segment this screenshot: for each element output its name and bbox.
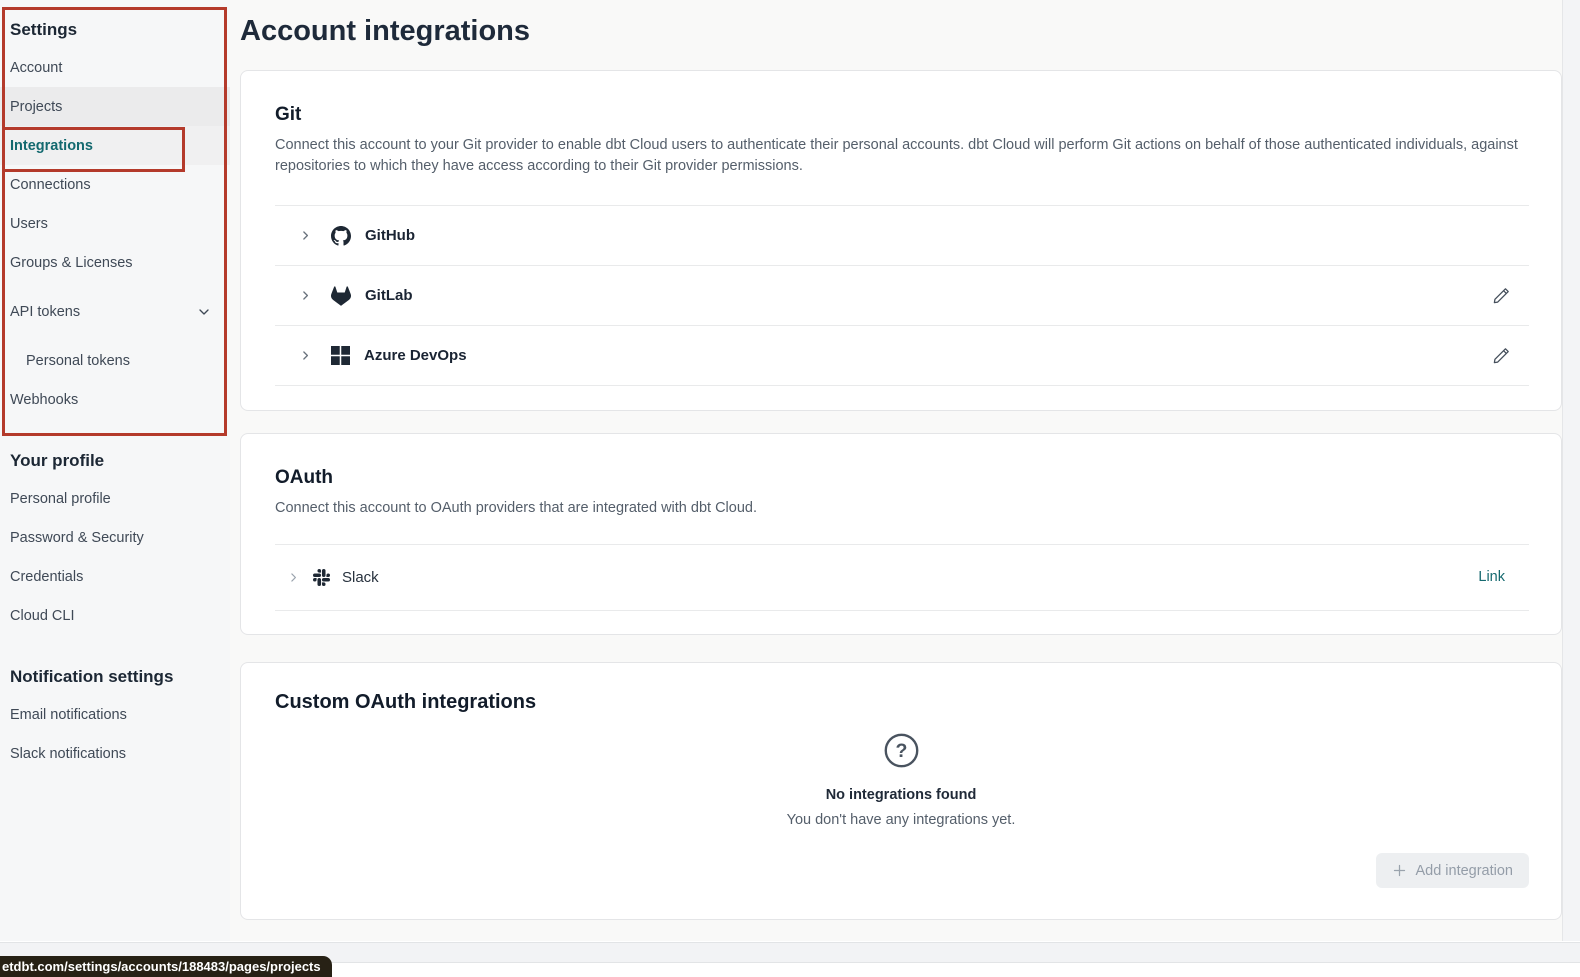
- oauth-rows: Slack Link: [275, 544, 1529, 611]
- sidebar-heading-settings: Settings: [0, 12, 230, 48]
- sidebar-item-connections[interactable]: Connections: [0, 165, 230, 204]
- chevron-down-icon[interactable]: [196, 304, 212, 320]
- sidebar-item-cloud-cli[interactable]: Cloud CLI: [0, 596, 230, 635]
- link-preview-tooltip: etdbt.com/settings/accounts/188483/pages…: [0, 956, 332, 977]
- sidebar-item-api-tokens[interactable]: API tokens: [0, 292, 230, 331]
- vertical-scrollbar-track[interactable]: [1562, 0, 1580, 941]
- git-rows: GitHub GitLab: [275, 205, 1529, 386]
- oauth-description: Connect this account to OAuth providers …: [275, 498, 1529, 519]
- empty-state-title: No integrations found: [826, 787, 977, 803]
- add-integration-label: Add integration: [1415, 863, 1513, 879]
- sidebar-item-password-security[interactable]: Password & Security: [0, 518, 230, 557]
- integration-row-gitlab[interactable]: GitLab: [275, 265, 1529, 325]
- chevron-right-icon[interactable]: [299, 289, 312, 302]
- edit-icon[interactable]: [1492, 286, 1511, 305]
- svg-text:?: ?: [895, 740, 907, 762]
- sidebar-item-users[interactable]: Users: [0, 204, 230, 243]
- sidebar-item-integrations[interactable]: Integrations: [0, 126, 230, 165]
- slack-icon: [313, 569, 330, 586]
- sidebar-item-webhooks[interactable]: Webhooks: [0, 380, 230, 419]
- chevron-right-icon[interactable]: [299, 229, 312, 242]
- question-circle-icon: ?: [883, 732, 920, 774]
- sidebar-item-slack-notifications[interactable]: Slack notifications: [0, 734, 230, 773]
- main-content: Account integrations Git Connect this ac…: [230, 0, 1562, 941]
- empty-state-subtitle: You don't have any integrations yet.: [787, 812, 1016, 828]
- custom-oauth-heading: Custom OAuth integrations: [275, 691, 1527, 714]
- integration-row-github[interactable]: GitHub: [275, 205, 1529, 265]
- sidebar-heading-your-profile: Your profile: [0, 443, 230, 479]
- integration-row-slack[interactable]: Slack Link: [275, 544, 1529, 610]
- integration-label: Azure DevOps: [364, 347, 467, 364]
- add-integration-button[interactable]: Add integration: [1376, 853, 1529, 888]
- plus-icon: [1392, 863, 1407, 878]
- github-icon: [331, 226, 351, 246]
- gitlab-icon: [331, 286, 351, 306]
- integration-label: GitHub: [365, 227, 415, 244]
- sidebar-heading-notification-settings: Notification settings: [0, 659, 230, 695]
- page-title: Account integrations: [240, 13, 1562, 49]
- sidebar-item-groups-licenses[interactable]: Groups & Licenses: [0, 243, 230, 282]
- settings-sidebar: Settings Account Projects Integrations C…: [0, 0, 230, 941]
- chevron-right-icon[interactable]: [299, 349, 312, 362]
- integration-label: Slack: [342, 569, 379, 586]
- sidebar-section-settings: Settings Account Projects Integrations C…: [0, 12, 230, 419]
- azure-devops-icon: [331, 346, 350, 365]
- sidebar-item-account[interactable]: Account: [0, 48, 230, 87]
- link-preview-url: etdbt.com/settings/accounts/188483/pages…: [2, 959, 321, 974]
- empty-state: ? No integrations found You don't have a…: [241, 732, 1561, 828]
- sidebar-section-notification-settings: Notification settings Email notification…: [0, 659, 230, 773]
- custom-oauth-card: Custom OAuth integrations ? No integrati…: [240, 662, 1562, 920]
- sidebar-item-projects[interactable]: Projects: [0, 87, 230, 126]
- integration-label: GitLab: [365, 287, 413, 304]
- oauth-heading: OAuth: [275, 467, 1527, 489]
- oauth-card: OAuth Connect this account to OAuth prov…: [240, 433, 1562, 635]
- slack-link-action[interactable]: Link: [1478, 569, 1505, 585]
- git-card: Git Connect this account to your Git pro…: [240, 70, 1562, 411]
- sidebar-item-personal-profile[interactable]: Personal profile: [0, 479, 230, 518]
- git-description: Connect this account to your Git provide…: [275, 135, 1529, 176]
- sidebar-item-personal-tokens[interactable]: Personal tokens: [0, 341, 230, 380]
- integration-row-azure-devops[interactable]: Azure DevOps: [275, 325, 1529, 385]
- sidebar-item-email-notifications[interactable]: Email notifications: [0, 695, 230, 734]
- chevron-right-icon[interactable]: [287, 571, 300, 584]
- edit-icon[interactable]: [1492, 346, 1511, 365]
- sidebar-section-your-profile: Your profile Personal profile Password &…: [0, 443, 230, 635]
- sidebar-item-credentials[interactable]: Credentials: [0, 557, 230, 596]
- git-heading: Git: [275, 104, 1527, 126]
